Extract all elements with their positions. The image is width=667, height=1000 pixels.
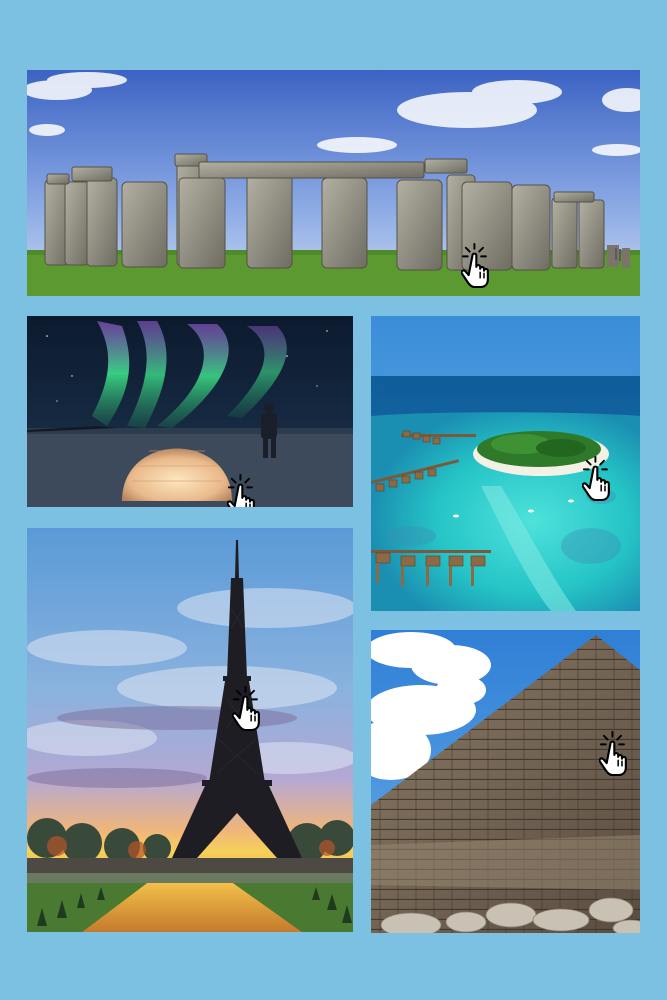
stonehenge-image <box>27 70 640 296</box>
eiffel-tower-photo[interactable] <box>27 528 353 932</box>
hand-pointer-click-icon <box>227 473 273 507</box>
hand-pointer-click-icon <box>461 242 507 288</box>
igloo-aurora-image <box>27 316 353 507</box>
hand-pointer-click-icon <box>599 730 640 776</box>
eiffel-tower-image <box>27 528 353 932</box>
island-resort-photo[interactable] <box>371 316 640 611</box>
pyramid-photo[interactable] <box>371 630 640 933</box>
stonehenge-photo[interactable] <box>27 70 640 296</box>
hand-pointer-click-icon <box>582 455 628 501</box>
igloo-aurora-photo[interactable] <box>27 316 353 507</box>
hand-pointer-click-icon <box>232 685 278 731</box>
pyramid-image <box>371 630 640 933</box>
